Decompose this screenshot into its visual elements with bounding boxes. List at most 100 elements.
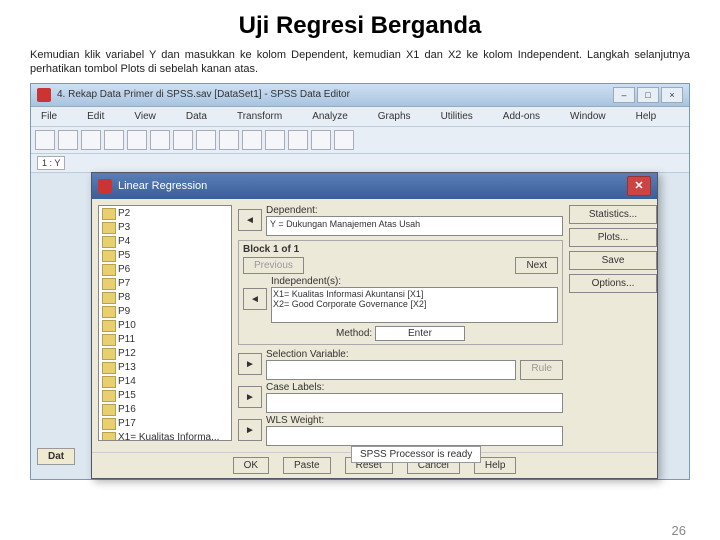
rule-button[interactable]: Rule xyxy=(520,360,563,380)
close-button[interactable]: × xyxy=(661,87,683,103)
variable-icon xyxy=(102,432,116,441)
variable-icon xyxy=(102,222,116,234)
spss-menubar: File Edit View Data Transform Analyze Gr… xyxy=(31,107,689,127)
toolbar-icon[interactable] xyxy=(242,130,262,150)
list-item: P7 xyxy=(100,277,230,291)
list-item: P5 xyxy=(100,249,230,263)
variable-icon xyxy=(102,306,116,318)
variable-icon xyxy=(102,390,116,402)
list-item: P15 xyxy=(100,389,230,403)
spss-toolbar xyxy=(31,127,689,154)
slide-title: Uji Regresi Berganda xyxy=(30,12,690,40)
move-independent-button[interactable]: ◄ xyxy=(243,288,267,310)
previous-button[interactable]: Previous xyxy=(243,257,304,274)
block-label: Block 1 of 1 xyxy=(243,244,558,255)
menu-transform[interactable]: Transform xyxy=(231,109,288,124)
list-item: P13 xyxy=(100,361,230,375)
variable-icon xyxy=(102,236,116,248)
dependent-field[interactable]: Y = Dukungan Manajemen Atas Usah xyxy=(266,216,563,236)
list-item: P14 xyxy=(100,375,230,389)
menu-analyze[interactable]: Analyze xyxy=(306,109,354,124)
list-item: X1= Kualitas Informasi Akuntansi [X1] xyxy=(273,289,556,299)
wls-label: WLS Weight: xyxy=(266,415,563,426)
variable-icon xyxy=(102,376,116,388)
variable-icon xyxy=(102,362,116,374)
method-select[interactable]: Enter xyxy=(375,326,465,341)
dialog-icon xyxy=(98,179,112,193)
next-button[interactable]: Next xyxy=(515,257,558,274)
move-wls-button[interactable]: ► xyxy=(238,419,262,441)
list-item: P4 xyxy=(100,235,230,249)
list-item: P2 xyxy=(100,207,230,221)
options-button[interactable]: Options... xyxy=(569,274,657,293)
toolbar-icon[interactable] xyxy=(127,130,147,150)
independent-list[interactable]: X1= Kualitas Informasi Akuntansi [X1] X2… xyxy=(271,287,558,323)
toolbar-icon[interactable] xyxy=(334,130,354,150)
plots-button[interactable]: Plots... xyxy=(569,228,657,247)
list-item: X1= Kualitas Informa... xyxy=(100,431,230,441)
toolbar-icon[interactable] xyxy=(58,130,78,150)
toolbar-icon[interactable] xyxy=(81,130,101,150)
list-item: P16 xyxy=(100,403,230,417)
case-field[interactable] xyxy=(266,393,563,413)
variable-icon xyxy=(102,250,116,262)
menu-view[interactable]: View xyxy=(128,109,162,124)
dialog-close-button[interactable]: ✕ xyxy=(627,176,651,196)
variable-icon xyxy=(102,278,116,290)
save-button[interactable]: Save xyxy=(569,251,657,270)
variable-icon xyxy=(102,208,116,220)
dialog-titlebar: Linear Regression ✕ xyxy=(92,173,657,199)
toolbar-icon[interactable] xyxy=(288,130,308,150)
menu-file[interactable]: File xyxy=(35,109,63,124)
toolbar-icon[interactable] xyxy=(219,130,239,150)
toolbar-icon[interactable] xyxy=(150,130,170,150)
variable-icon xyxy=(102,264,116,276)
menu-data[interactable]: Data xyxy=(180,109,213,124)
statistics-button[interactable]: Statistics... xyxy=(569,205,657,224)
dependent-label: Dependent: xyxy=(266,205,563,216)
list-item: P11 xyxy=(100,333,230,347)
toolbar-icon[interactable] xyxy=(35,130,55,150)
menu-help[interactable]: Help xyxy=(630,109,663,124)
selection-label: Selection Variable: xyxy=(266,349,563,360)
case-label: Case Labels: xyxy=(266,382,563,393)
menu-window[interactable]: Window xyxy=(564,109,612,124)
variable-list[interactable]: P2 P3 P4 P5 P6 P7 P8 P9 P10 P11 P12 P13 … xyxy=(98,205,232,441)
move-selection-button[interactable]: ► xyxy=(238,353,262,375)
list-item: P3 xyxy=(100,221,230,235)
move-case-button[interactable]: ► xyxy=(238,386,262,408)
menu-addons[interactable]: Add-ons xyxy=(497,109,546,124)
variable-icon xyxy=(102,348,116,360)
list-item: P8 xyxy=(100,291,230,305)
row-indicator: 1 : Y xyxy=(31,154,689,173)
variable-icon xyxy=(102,320,116,332)
spss-window-title: 4. Rekap Data Primer di SPSS.sav [DataSe… xyxy=(57,89,350,100)
data-view-tab[interactable]: Dat xyxy=(37,448,75,465)
list-item: X2= Good Corporate Governance [X2] xyxy=(273,299,556,309)
wls-field[interactable] xyxy=(266,426,563,446)
independent-label: Independent(s): xyxy=(271,276,558,287)
ok-button[interactable]: OK xyxy=(233,457,269,474)
paste-button[interactable]: Paste xyxy=(283,457,331,474)
list-item: P9 xyxy=(100,305,230,319)
selection-field[interactable] xyxy=(266,360,516,380)
minimize-button[interactable]: – xyxy=(613,87,635,103)
menu-utilities[interactable]: Utilities xyxy=(435,109,479,124)
variable-icon xyxy=(102,292,116,304)
list-item: P17 xyxy=(100,417,230,431)
variable-icon xyxy=(102,404,116,416)
list-item: P12 xyxy=(100,347,230,361)
toolbar-icon[interactable] xyxy=(173,130,193,150)
toolbar-icon[interactable] xyxy=(265,130,285,150)
page-number: 26 xyxy=(672,523,686,538)
list-item: P6 xyxy=(100,263,230,277)
move-dependent-button[interactable]: ◄ xyxy=(238,209,262,231)
maximize-button[interactable]: □ xyxy=(637,87,659,103)
linear-regression-dialog: Linear Regression ✕ P2 P3 P4 P5 P6 P7 P8… xyxy=(91,172,658,479)
toolbar-icon[interactable] xyxy=(196,130,216,150)
toolbar-icon[interactable] xyxy=(104,130,124,150)
menu-edit[interactable]: Edit xyxy=(81,109,110,124)
variable-icon xyxy=(102,418,116,430)
menu-graphs[interactable]: Graphs xyxy=(372,109,417,124)
toolbar-icon[interactable] xyxy=(311,130,331,150)
